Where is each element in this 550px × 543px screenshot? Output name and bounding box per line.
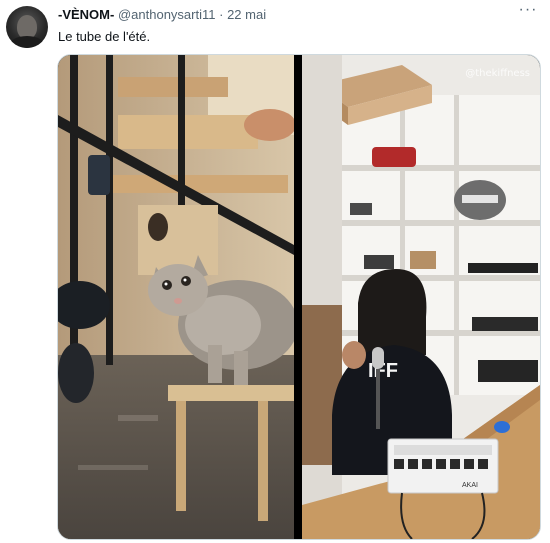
avatar[interactable]	[6, 6, 48, 48]
display-name[interactable]: -VÈNOM-	[58, 7, 114, 22]
user-handle[interactable]: @anthonysarti11	[118, 7, 216, 22]
tweet-date[interactable]: 22 mai	[227, 7, 266, 22]
video-left-cat	[58, 55, 294, 539]
tweet-header: -VÈNOM- @anthonysarti11 · 22 mai	[58, 6, 540, 24]
video-watermark: @thekiffness	[465, 68, 530, 79]
tweet[interactable]: -VÈNOM- @anthonysarti11 · 22 mai ··· Le …	[0, 0, 550, 543]
separator-dot: ·	[219, 7, 224, 22]
video-right-musician: IFF AKAI @thekiffness	[302, 55, 540, 539]
musician-scene: IFF AKAI	[302, 55, 540, 539]
cat-scene	[58, 55, 294, 539]
more-horizontal-icon[interactable]: ···	[518, 2, 538, 22]
controller-brand: AKAI	[462, 482, 478, 489]
tweet-media[interactable]: IFF AKAI @thekiffness	[57, 54, 541, 540]
tweet-text: Le tube de l'été.	[58, 29, 151, 44]
avatar-shoulders	[9, 36, 45, 48]
